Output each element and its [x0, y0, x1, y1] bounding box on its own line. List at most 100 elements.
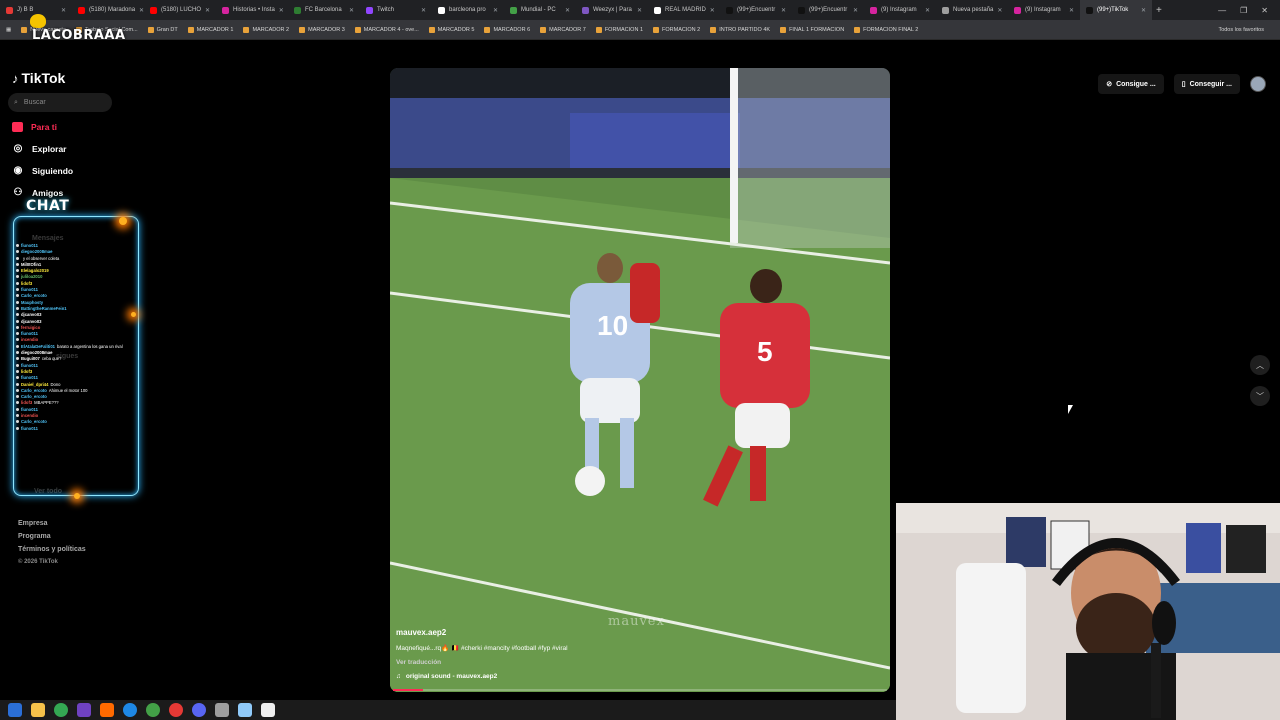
tab-close-icon[interactable]: ✕ — [1141, 7, 1146, 14]
tab-title: Twitch — [377, 7, 395, 13]
browser-tab[interactable]: Twitch ✕ — [360, 0, 432, 20]
browser-tab[interactable]: (9) Instagram ✕ — [864, 0, 936, 20]
tab-close-icon[interactable]: ✕ — [279, 7, 284, 14]
tiktok-logo[interactable]: ♪ TikTok — [12, 70, 65, 86]
browser-tab[interactable]: Nueva pestaña ✕ — [936, 0, 1008, 20]
bookmark-item[interactable]: MARCADOR 2 — [243, 26, 289, 33]
windows-start-icon[interactable] — [8, 703, 22, 717]
avatar[interactable] — [1250, 76, 1266, 92]
chat-platform-icon — [16, 306, 19, 310]
close-window-icon[interactable]: ✕ — [1261, 6, 1268, 15]
chat-platform-icon — [16, 388, 19, 392]
tab-close-icon[interactable]: ✕ — [997, 7, 1002, 14]
bookmark-item[interactable]: INTRO PARTIDO 4K — [710, 26, 770, 33]
bookmark-item[interactable]: MARCADOR 5 — [428, 26, 474, 33]
app-icon[interactable] — [100, 703, 114, 717]
edge-icon[interactable] — [123, 703, 137, 717]
browser-tab[interactable]: FC Barcelona ✕ — [288, 0, 360, 20]
see-translation-link[interactable]: Ver traducción — [396, 659, 876, 666]
bookmarks-bar-right: Todos los favoritos — [1218, 27, 1280, 33]
tiktok-note-icon: ♪ — [12, 70, 19, 86]
sidebar-item-home[interactable]: Para ti — [12, 120, 73, 133]
tab-favicon-icon — [798, 6, 805, 14]
bookmark-item[interactable]: MARCADOR 4 - ove... — [354, 26, 419, 33]
bookmark-folder-icon — [540, 26, 547, 33]
bookmark-item[interactable]: FORMACION FINAL 2 — [854, 26, 918, 33]
sidebar-item-compass[interactable]: ◎ Explorar — [12, 142, 73, 155]
bookmark-item[interactable]: MARCADOR 3 — [299, 26, 345, 33]
browser-tab[interactable]: REAL MADRID ✕ — [648, 0, 720, 20]
video-sound[interactable]: ♫ original sound - mauvex.aep2 — [396, 673, 876, 680]
tab-close-icon[interactable]: ✕ — [205, 7, 210, 14]
previous-video-button[interactable]: ︿ — [1250, 355, 1270, 375]
video-sound-label: original sound - mauvex.aep2 — [405, 673, 498, 680]
browser-tab[interactable]: barcleona pro ✕ — [432, 0, 504, 20]
chat-platform-icon — [16, 319, 19, 323]
browser-tab[interactable]: (5180) LUCHO ✕ — [144, 0, 216, 20]
sidebar-item-following[interactable]: ◉ Siguiendo — [12, 164, 73, 177]
app-icon[interactable] — [146, 703, 160, 717]
bookmark-item[interactable]: Gran DT — [147, 26, 178, 33]
tab-close-icon[interactable]: ✕ — [781, 7, 786, 14]
browser-tab[interactable]: Mundial - PC ✕ — [504, 0, 576, 20]
tab-close-icon[interactable]: ✕ — [710, 7, 715, 14]
video-player[interactable] — [390, 68, 890, 692]
footer-link[interactable]: Términos y políticas — [18, 546, 86, 553]
tab-close-icon[interactable]: ✕ — [853, 7, 858, 14]
tab-close-icon[interactable]: ✕ — [1069, 7, 1074, 14]
bookmark-item[interactable]: MARCADOR 7 — [540, 26, 586, 33]
home-icon — [12, 121, 23, 132]
chat-platform-icon — [16, 369, 19, 373]
browser-tab[interactable]: (99+)Encuentr ✕ — [792, 0, 864, 20]
get-app-button[interactable]: ▯ Conseguir ... — [1173, 74, 1240, 94]
chat-text: MBAPPE??? — [34, 400, 59, 406]
video-progress-bar[interactable] — [393, 689, 887, 691]
browser-tab[interactable]: (9) Instagram ✕ — [1008, 0, 1080, 20]
bookmark-item[interactable]: MARCADOR 1 — [187, 26, 233, 33]
mouse-cursor-icon — [1068, 405, 1073, 414]
tab-close-icon[interactable]: ✕ — [637, 7, 642, 14]
footer-link[interactable]: Empresa — [18, 520, 86, 527]
chat-username: fiuno011 — [21, 287, 38, 293]
browser-tab[interactable]: Weezyx | Para ✕ — [576, 0, 648, 20]
app-icon[interactable] — [238, 703, 252, 717]
tab-close-icon[interactable]: ✕ — [61, 7, 66, 14]
app-icon[interactable] — [215, 703, 229, 717]
chat-username: Carlo_ercoto — [21, 419, 47, 425]
file-explorer-icon[interactable] — [31, 703, 45, 717]
video-frame — [390, 68, 890, 692]
browser-tab[interactable]: Historias • Insta ✕ — [216, 0, 288, 20]
tab-close-icon[interactable]: ✕ — [925, 7, 930, 14]
video-author[interactable]: mauvex.aep2 — [396, 628, 876, 637]
app-grid-icon[interactable] — [77, 703, 91, 717]
chat-username: lidof3 — [21, 368, 33, 374]
obs-icon[interactable] — [261, 703, 275, 717]
app-icon[interactable] — [169, 703, 183, 717]
new-tab-icon[interactable]: + — [1156, 5, 1162, 16]
all-bookmarks-link[interactable]: Todos los favoritos — [1218, 27, 1272, 33]
maximize-icon[interactable]: ❐ — [1240, 6, 1247, 15]
bookmark-item[interactable]: FINAL 1 FORMACION — [780, 26, 844, 33]
tab-close-icon[interactable]: ✕ — [349, 7, 354, 14]
search-input[interactable]: ⌕ Buscar — [8, 93, 112, 112]
browser-tab[interactable]: (99+)Encuentr ✕ — [720, 0, 792, 20]
bookmark-item[interactable]: FORMACION 1 — [595, 26, 643, 33]
browser-tab[interactable]: (5180) Maradona ✕ — [72, 0, 144, 20]
apps-grid-icon[interactable]: ▦ — [6, 27, 11, 33]
chat-platform-icon — [16, 313, 19, 317]
next-video-button[interactable]: ﹀ — [1250, 386, 1270, 406]
get-coins-button[interactable]: ⊘ Consigue ... — [1098, 74, 1164, 94]
chrome-icon[interactable] — [54, 703, 68, 717]
bookmark-folder-icon — [854, 26, 861, 33]
bookmark-item[interactable]: FORMACION 2 — [653, 26, 700, 33]
chat-message: incendio — [16, 413, 136, 418]
chat-platform-icon — [16, 244, 19, 247]
footer-link[interactable]: Programa — [18, 533, 86, 540]
browser-tab[interactable]: (99+)TikTok ✕ — [1080, 0, 1152, 20]
tab-close-icon[interactable]: ✕ — [493, 7, 498, 14]
tab-close-icon[interactable]: ✕ — [421, 7, 426, 14]
discord-icon[interactable] — [192, 703, 206, 717]
tab-close-icon[interactable]: ✕ — [565, 7, 570, 14]
bookmark-item[interactable]: MARCADOR 6 — [484, 26, 530, 33]
minimize-icon[interactable]: — — [1218, 6, 1226, 15]
